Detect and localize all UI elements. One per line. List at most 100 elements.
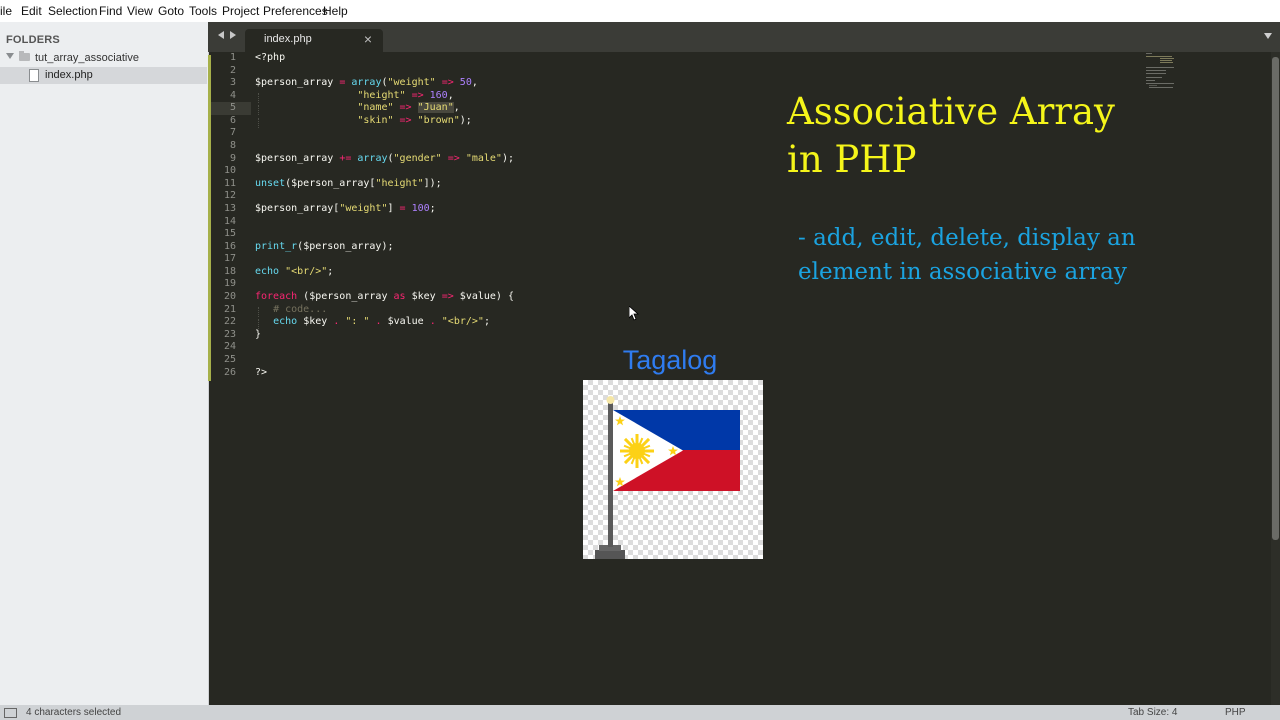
tab-next-icon[interactable]	[230, 31, 236, 39]
line-number: 1	[229, 52, 236, 63]
console-toggle-icon[interactable]	[4, 708, 17, 718]
code-line-16: print_r($person_array);	[255, 241, 394, 252]
line-number: 7	[229, 127, 236, 138]
code-line-20: foreach ($person_array as $key => $value…	[255, 291, 514, 302]
line-number: 26	[223, 367, 236, 378]
tab-list-dropdown-icon[interactable]	[1264, 33, 1272, 39]
tab-label: index.php	[264, 33, 312, 45]
editor-scrollbar[interactable]	[1271, 52, 1280, 705]
line-number: 12	[223, 190, 236, 201]
code-token: =>	[399, 115, 412, 126]
code-token: $value	[387, 316, 424, 327]
title-line: Associative Array	[787, 90, 1115, 133]
indent-guide	[258, 93, 259, 103]
minimap[interactable]	[1144, 52, 1190, 92]
code-token: "brown"	[417, 115, 460, 126]
folders-heading: FOLDERS	[6, 34, 60, 46]
scrollbar-thumb[interactable]	[1272, 57, 1279, 540]
code-token: "male"	[465, 153, 502, 164]
line-number: 15	[223, 228, 236, 239]
code-token: .	[375, 316, 382, 327]
menu-project[interactable]: Project	[222, 4, 259, 18]
line-number: 16	[223, 241, 236, 252]
tab-size-selector[interactable]: Tab Size: 4	[1128, 707, 1177, 718]
sidebar: FOLDERS tut_array_associative index.php	[0, 22, 209, 705]
code-token: unset	[255, 178, 286, 189]
line-number: 13	[223, 203, 236, 214]
code-token: =	[339, 77, 346, 88]
subtitle-line: - add, edit, delete, display an	[798, 225, 1136, 251]
code-token: =>	[441, 291, 454, 302]
flag-card	[583, 380, 763, 559]
code-token: =>	[447, 153, 460, 164]
code-line-13: $person_array["weight"] = 100;	[255, 203, 436, 214]
code-token: echo	[255, 266, 280, 277]
code-token: $key	[411, 291, 436, 302]
code-token: foreach	[255, 291, 298, 302]
menu-tools[interactable]: Tools	[189, 4, 217, 18]
menu-help[interactable]: Help	[323, 4, 348, 18]
code-token: =>	[399, 102, 412, 113]
code-token: $person_array	[255, 77, 334, 88]
line-number: 8	[229, 140, 236, 151]
file-label: index.php	[45, 69, 93, 81]
line-number: 17	[223, 253, 236, 264]
line-number: 18	[223, 266, 236, 277]
subtitle-line: element in associative array	[798, 259, 1127, 285]
code-token: "<br/>"	[441, 316, 484, 327]
code-token: =	[399, 203, 406, 214]
code-token: 100	[411, 203, 430, 214]
sidebar-file-row[interactable]: index.php	[0, 67, 207, 84]
code-line-6: "skin" => "brown");	[357, 115, 472, 126]
code-comment: # code...	[273, 304, 328, 315]
line-number: 6	[229, 115, 236, 126]
menu-goto[interactable]: Goto	[158, 4, 184, 18]
code-token: array	[357, 153, 388, 164]
code-token: ": "	[345, 316, 370, 327]
syntax-selector[interactable]: PHP	[1225, 707, 1246, 718]
code-line-23: }	[255, 329, 261, 342]
line-number: 4	[229, 90, 236, 101]
code-line-21: # code...	[255, 304, 327, 317]
indent-guide	[258, 319, 259, 329]
selected-code-token: "Juan"	[417, 102, 454, 113]
language-label: Tagalog	[622, 345, 718, 375]
video-subtitle-overlay: - add, edit, delete, display an element …	[798, 221, 1168, 289]
line-number: 23	[223, 329, 236, 340]
line-number: 22	[223, 316, 236, 327]
code-token: 160	[429, 90, 448, 101]
code-token: "gender"	[393, 153, 442, 164]
menu-view[interactable]: View	[127, 4, 153, 18]
tab-close-icon[interactable]: ×	[364, 31, 372, 47]
menu-find[interactable]: Find	[99, 4, 122, 18]
tab-prev-icon[interactable]	[218, 31, 224, 39]
code-line-11: unset($person_array["height"]);	[255, 178, 442, 189]
indent-guide	[258, 105, 259, 115]
minimap-preview	[1146, 53, 1174, 88]
line-number: 24	[223, 341, 236, 352]
line-number: 3	[229, 77, 236, 88]
code-line-26: ?>	[255, 367, 267, 380]
code-token: =>	[411, 90, 424, 101]
sidebar-folder-row[interactable]: tut_array_associative	[0, 50, 208, 67]
code-token: "weight"	[387, 77, 436, 88]
folder-label: tut_array_associative	[35, 52, 139, 64]
code-token: ?>	[255, 367, 268, 378]
tab-index-php[interactable]: index.php ×	[245, 29, 383, 52]
code-token: as	[393, 291, 406, 302]
menu-preferences[interactable]: Preferences	[263, 4, 328, 18]
code-line-3: $person_array = array("weight" => 50,	[255, 77, 478, 88]
line-number: 9	[229, 153, 236, 164]
line-number: 10	[223, 165, 236, 176]
indent-guide	[258, 307, 259, 317]
code-line-1: <?php	[255, 52, 285, 65]
expand-arrow-icon[interactable]	[6, 53, 14, 59]
menu-edit[interactable]: Edit	[21, 4, 42, 18]
line-number: 21	[223, 304, 236, 315]
menu-file[interactable]: ile	[0, 4, 12, 18]
code-token: array	[351, 77, 382, 88]
menu-selection[interactable]: Selection	[48, 4, 97, 18]
title-line: in PHP	[787, 138, 917, 181]
code-token: $person_array	[303, 241, 382, 252]
line-number: 14	[223, 216, 236, 227]
